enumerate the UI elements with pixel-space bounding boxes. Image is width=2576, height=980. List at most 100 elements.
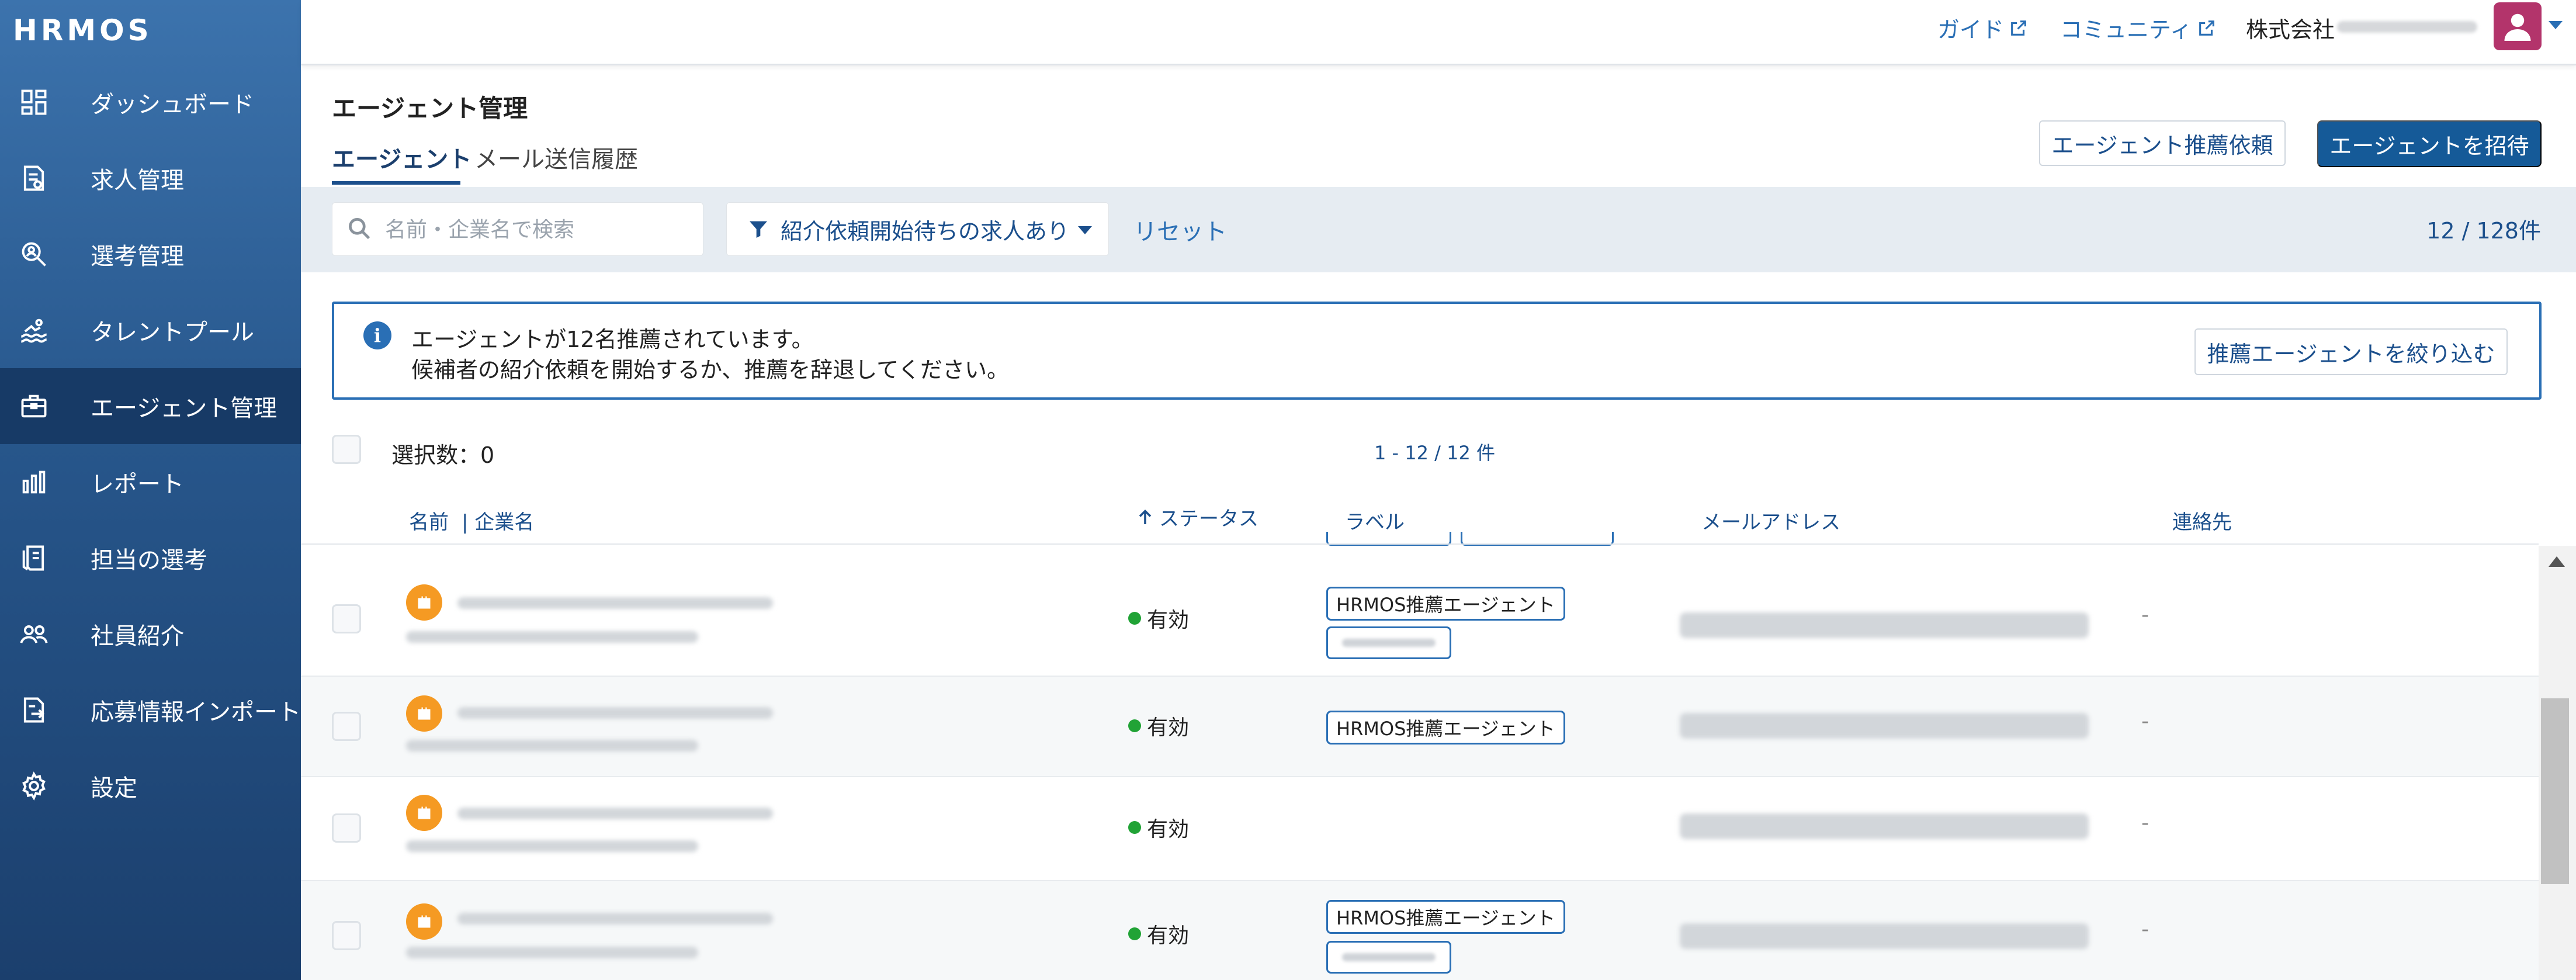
table-header-divider [301, 543, 2539, 545]
row-checkbox[interactable] [332, 712, 361, 741]
column-header-label-label: ラベル [1345, 511, 1405, 534]
sidebar-item-application-import[interactable]: 応募情報インポート [0, 672, 301, 748]
table-row[interactable]: 有効 HRMOS推薦エージェント - [301, 881, 2539, 980]
select-all-checkbox[interactable] [332, 435, 361, 464]
column-header-company[interactable]: | 企業名 [462, 506, 534, 535]
table-row[interactable]: 有効 - [301, 777, 2539, 881]
import-icon [18, 694, 50, 726]
label-tag: HRMOS推薦エージェント [1326, 587, 1565, 621]
agent-name-redacted [457, 597, 773, 609]
sidebar-item-my-selection[interactable]: 担当の選考 [0, 520, 301, 596]
sidebar-item-selection[interactable]: 選考管理 [0, 216, 301, 292]
filter-recommended-agents-button[interactable]: 推薦エージェントを絞り込む [2194, 328, 2508, 375]
status-label: 有効 [1147, 818, 1190, 842]
status-badge: 有効 [1128, 603, 1189, 633]
label-tag-redacted [1326, 941, 1451, 974]
agent-briefcase-icon [406, 584, 442, 621]
contact-value: - [2141, 709, 2149, 733]
sidebar-item-settings[interactable]: 設定 [0, 748, 301, 824]
chevron-down-icon[interactable] [2549, 21, 2563, 29]
status-dot-icon [1128, 612, 1141, 625]
people-icon [18, 618, 50, 650]
search-box[interactable] [332, 202, 703, 256]
sidebar-item-label: レポート [91, 471, 184, 498]
sidebar: HRMOS ダッシュボード 求人管理 選考管理 タレントプール エージェント管理 [0, 0, 301, 980]
row-checkbox[interactable] [332, 604, 361, 633]
company-name: 株式会社 [2246, 17, 2335, 43]
contact-value: - [2141, 603, 2149, 627]
banner-message: エージェントが12名推薦されています。 [411, 327, 814, 352]
banner-submessage: 候補者の紹介依頼を開始するか、推薦を辞退してください。 [411, 357, 1009, 383]
tab-email-history[interactable]: メール送信履歴 [474, 140, 638, 174]
email-redacted [1680, 713, 2089, 739]
sidebar-item-dashboard[interactable]: ダッシュボード [0, 64, 301, 140]
sort-ascending-icon [1139, 509, 1152, 524]
status-label: 有効 [1147, 716, 1190, 740]
column-header-name[interactable]: 名前 [409, 506, 449, 535]
external-link-icon [2011, 20, 2026, 36]
sidebar-item-talent-pool[interactable]: タレントプール [0, 292, 301, 368]
scroll-up-arrow-icon[interactable] [2549, 556, 2565, 567]
sidebar-item-jobs[interactable]: 求人管理 [0, 140, 301, 216]
guide-link[interactable]: ガイド [1937, 12, 2029, 44]
status-dot-icon [1128, 927, 1141, 940]
selection-count: 選択数：0 [391, 442, 495, 468]
sidebar-item-label: 求人管理 [91, 167, 184, 194]
column-header-status[interactable]: ステータス [1135, 503, 1258, 531]
agent-recommend-request-button[interactable]: エージェント推薦依頼 [2039, 120, 2286, 166]
scrollbar-thumb[interactable] [2541, 698, 2569, 884]
email-redacted [1680, 923, 2089, 949]
column-header-email[interactable]: メールアドレス [1701, 506, 1840, 535]
sidebar-item-agent-management[interactable]: エージェント管理 [0, 368, 301, 444]
sidebar-item-label: エージェント管理 [91, 395, 278, 422]
assigned-documents-icon [18, 542, 50, 574]
status-dot-icon [1128, 821, 1141, 834]
agent-briefcase-icon [406, 695, 442, 732]
job-document-icon [18, 162, 50, 195]
search-input[interactable] [385, 212, 689, 247]
info-icon: i [363, 321, 391, 349]
status-badge: 有効 [1128, 711, 1189, 741]
row-checkbox[interactable] [332, 921, 361, 950]
company-name-redacted [406, 840, 698, 852]
sidebar-item-label: タレントプール [91, 319, 254, 346]
sidebar-item-label: 選考管理 [91, 243, 184, 270]
email-redacted [1680, 813, 2089, 839]
search-icon [349, 218, 370, 240]
agent-name-redacted [457, 808, 773, 819]
agent-briefcase-icon [406, 903, 442, 940]
reset-link[interactable]: リセット [1133, 213, 1227, 247]
filter-icon [750, 221, 767, 238]
bar-chart-icon [18, 466, 50, 498]
table-row[interactable]: 有効 HRMOS推薦エージェント - [301, 566, 2539, 677]
tab-agents[interactable]: エージェント [332, 140, 471, 174]
agent-name-redacted [457, 707, 773, 719]
sidebar-item-label: ダッシュボード [91, 91, 254, 118]
active-tab-indicator [332, 181, 460, 185]
label-tag: HRMOS推薦エージェント [1326, 711, 1565, 744]
dashboard-icon [18, 86, 50, 119]
user-avatar[interactable] [2494, 2, 2542, 50]
invite-agent-button[interactable]: エージェントを招待 [2317, 120, 2542, 167]
column-header-label[interactable]: ラベル [1345, 506, 1405, 535]
sidebar-item-report[interactable]: レポート [0, 444, 301, 520]
column-header-name-label: 名前 [409, 511, 449, 534]
table-row[interactable]: 有効 HRMOS推薦エージェント - [301, 677, 2539, 777]
sidebar-item-label: 設定 [91, 775, 137, 802]
hrmos-logo[interactable]: HRMOS [13, 13, 188, 48]
community-link[interactable]: コミュニティ [2060, 12, 2217, 44]
column-header-contact-label: 連絡先 [2172, 511, 2232, 534]
chevron-down-icon [1078, 226, 1092, 234]
sidebar-item-employee-referral[interactable]: 社員紹介 [0, 596, 301, 672]
result-count: 12 / 128件 [2426, 218, 2541, 244]
status-badge: 有効 [1128, 919, 1189, 949]
column-header-contact[interactable]: 連絡先 [2172, 506, 2232, 535]
job-filter-dropdown[interactable]: 紹介依頼開始待ちの求人あり [726, 202, 1109, 256]
row-checkbox[interactable] [332, 813, 361, 843]
guide-link-label: ガイド [1937, 17, 2005, 43]
company-name-redacted [2337, 21, 2477, 33]
user-icon [2504, 13, 2531, 41]
company-name-redacted [406, 740, 698, 752]
column-header-email-label: メールアドレス [1701, 511, 1840, 534]
column-header-status-label: ステータス [1159, 507, 1258, 531]
